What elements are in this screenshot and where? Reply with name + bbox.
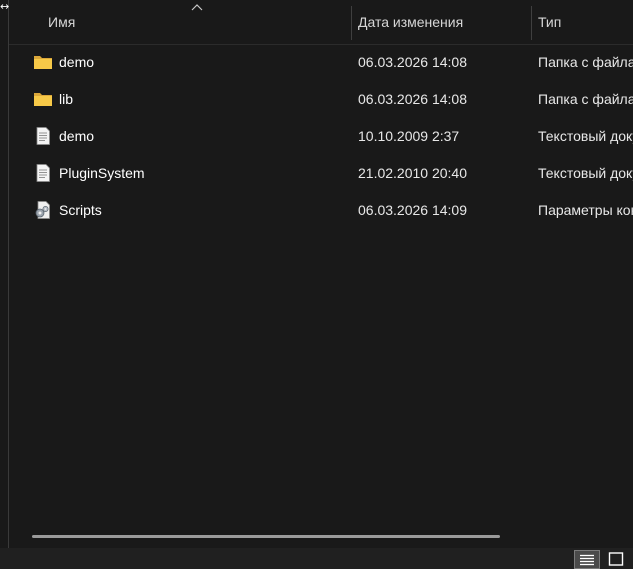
folder-icon	[34, 93, 52, 106]
text-file-icon	[36, 127, 50, 145]
file-row[interactable]: demo 10.10.2009 2:37 Текстовый документ	[9, 118, 633, 155]
status-bar	[0, 548, 633, 569]
horizontal-scrollbar-thumb[interactable]	[32, 535, 500, 538]
large-icons-view-icon	[608, 552, 624, 566]
file-name: demo	[59, 54, 95, 70]
details-view-button[interactable]	[574, 550, 600, 569]
column-header-name[interactable]: Имя	[9, 0, 351, 44]
file-name: lib	[59, 91, 74, 107]
folder-icon	[34, 56, 52, 69]
file-row[interactable]: lib 06.03.2026 14:08 Папка с файлами	[9, 81, 633, 118]
text-file-icon	[36, 164, 50, 182]
file-type: Параметры конфигурации	[538, 202, 633, 218]
file-type: Текстовый документ	[538, 165, 633, 181]
file-date: 21.02.2010 20:40	[358, 165, 467, 181]
file-date: 06.03.2026 14:08	[358, 54, 467, 70]
file-type: Папка с файлами	[538, 54, 633, 70]
file-name: Scripts	[59, 202, 102, 218]
file-explorer-window: ↔ Имя Дата изменения Тип demo 06.03.2026…	[0, 0, 633, 569]
column-header-row: Имя Дата изменения Тип	[9, 0, 633, 45]
file-list: demo 06.03.2026 14:08 Папка с файлами li…	[9, 44, 633, 229]
file-date: 10.10.2009 2:37	[358, 128, 460, 144]
column-header-type[interactable]: Тип	[531, 0, 633, 44]
file-type: Текстовый документ	[538, 128, 633, 144]
file-row[interactable]: demo 06.03.2026 14:08 Папка с файлами	[9, 44, 633, 81]
file-row[interactable]: PluginSystem 21.02.2010 20:40 Текстовый …	[9, 155, 633, 192]
file-name: demo	[59, 128, 95, 144]
large-icons-view-button[interactable]	[604, 550, 630, 569]
file-date: 06.03.2026 14:08	[358, 91, 467, 107]
column-header-date[interactable]: Дата изменения	[351, 0, 531, 44]
file-row[interactable]: Scripts 06.03.2026 14:09 Параметры конфи…	[9, 192, 633, 229]
file-date: 06.03.2026 14:09	[358, 202, 467, 218]
config-file-icon	[35, 201, 50, 219]
file-type: Папка с файлами	[538, 91, 633, 107]
file-name: PluginSystem	[59, 165, 145, 181]
details-view-icon	[580, 554, 594, 566]
